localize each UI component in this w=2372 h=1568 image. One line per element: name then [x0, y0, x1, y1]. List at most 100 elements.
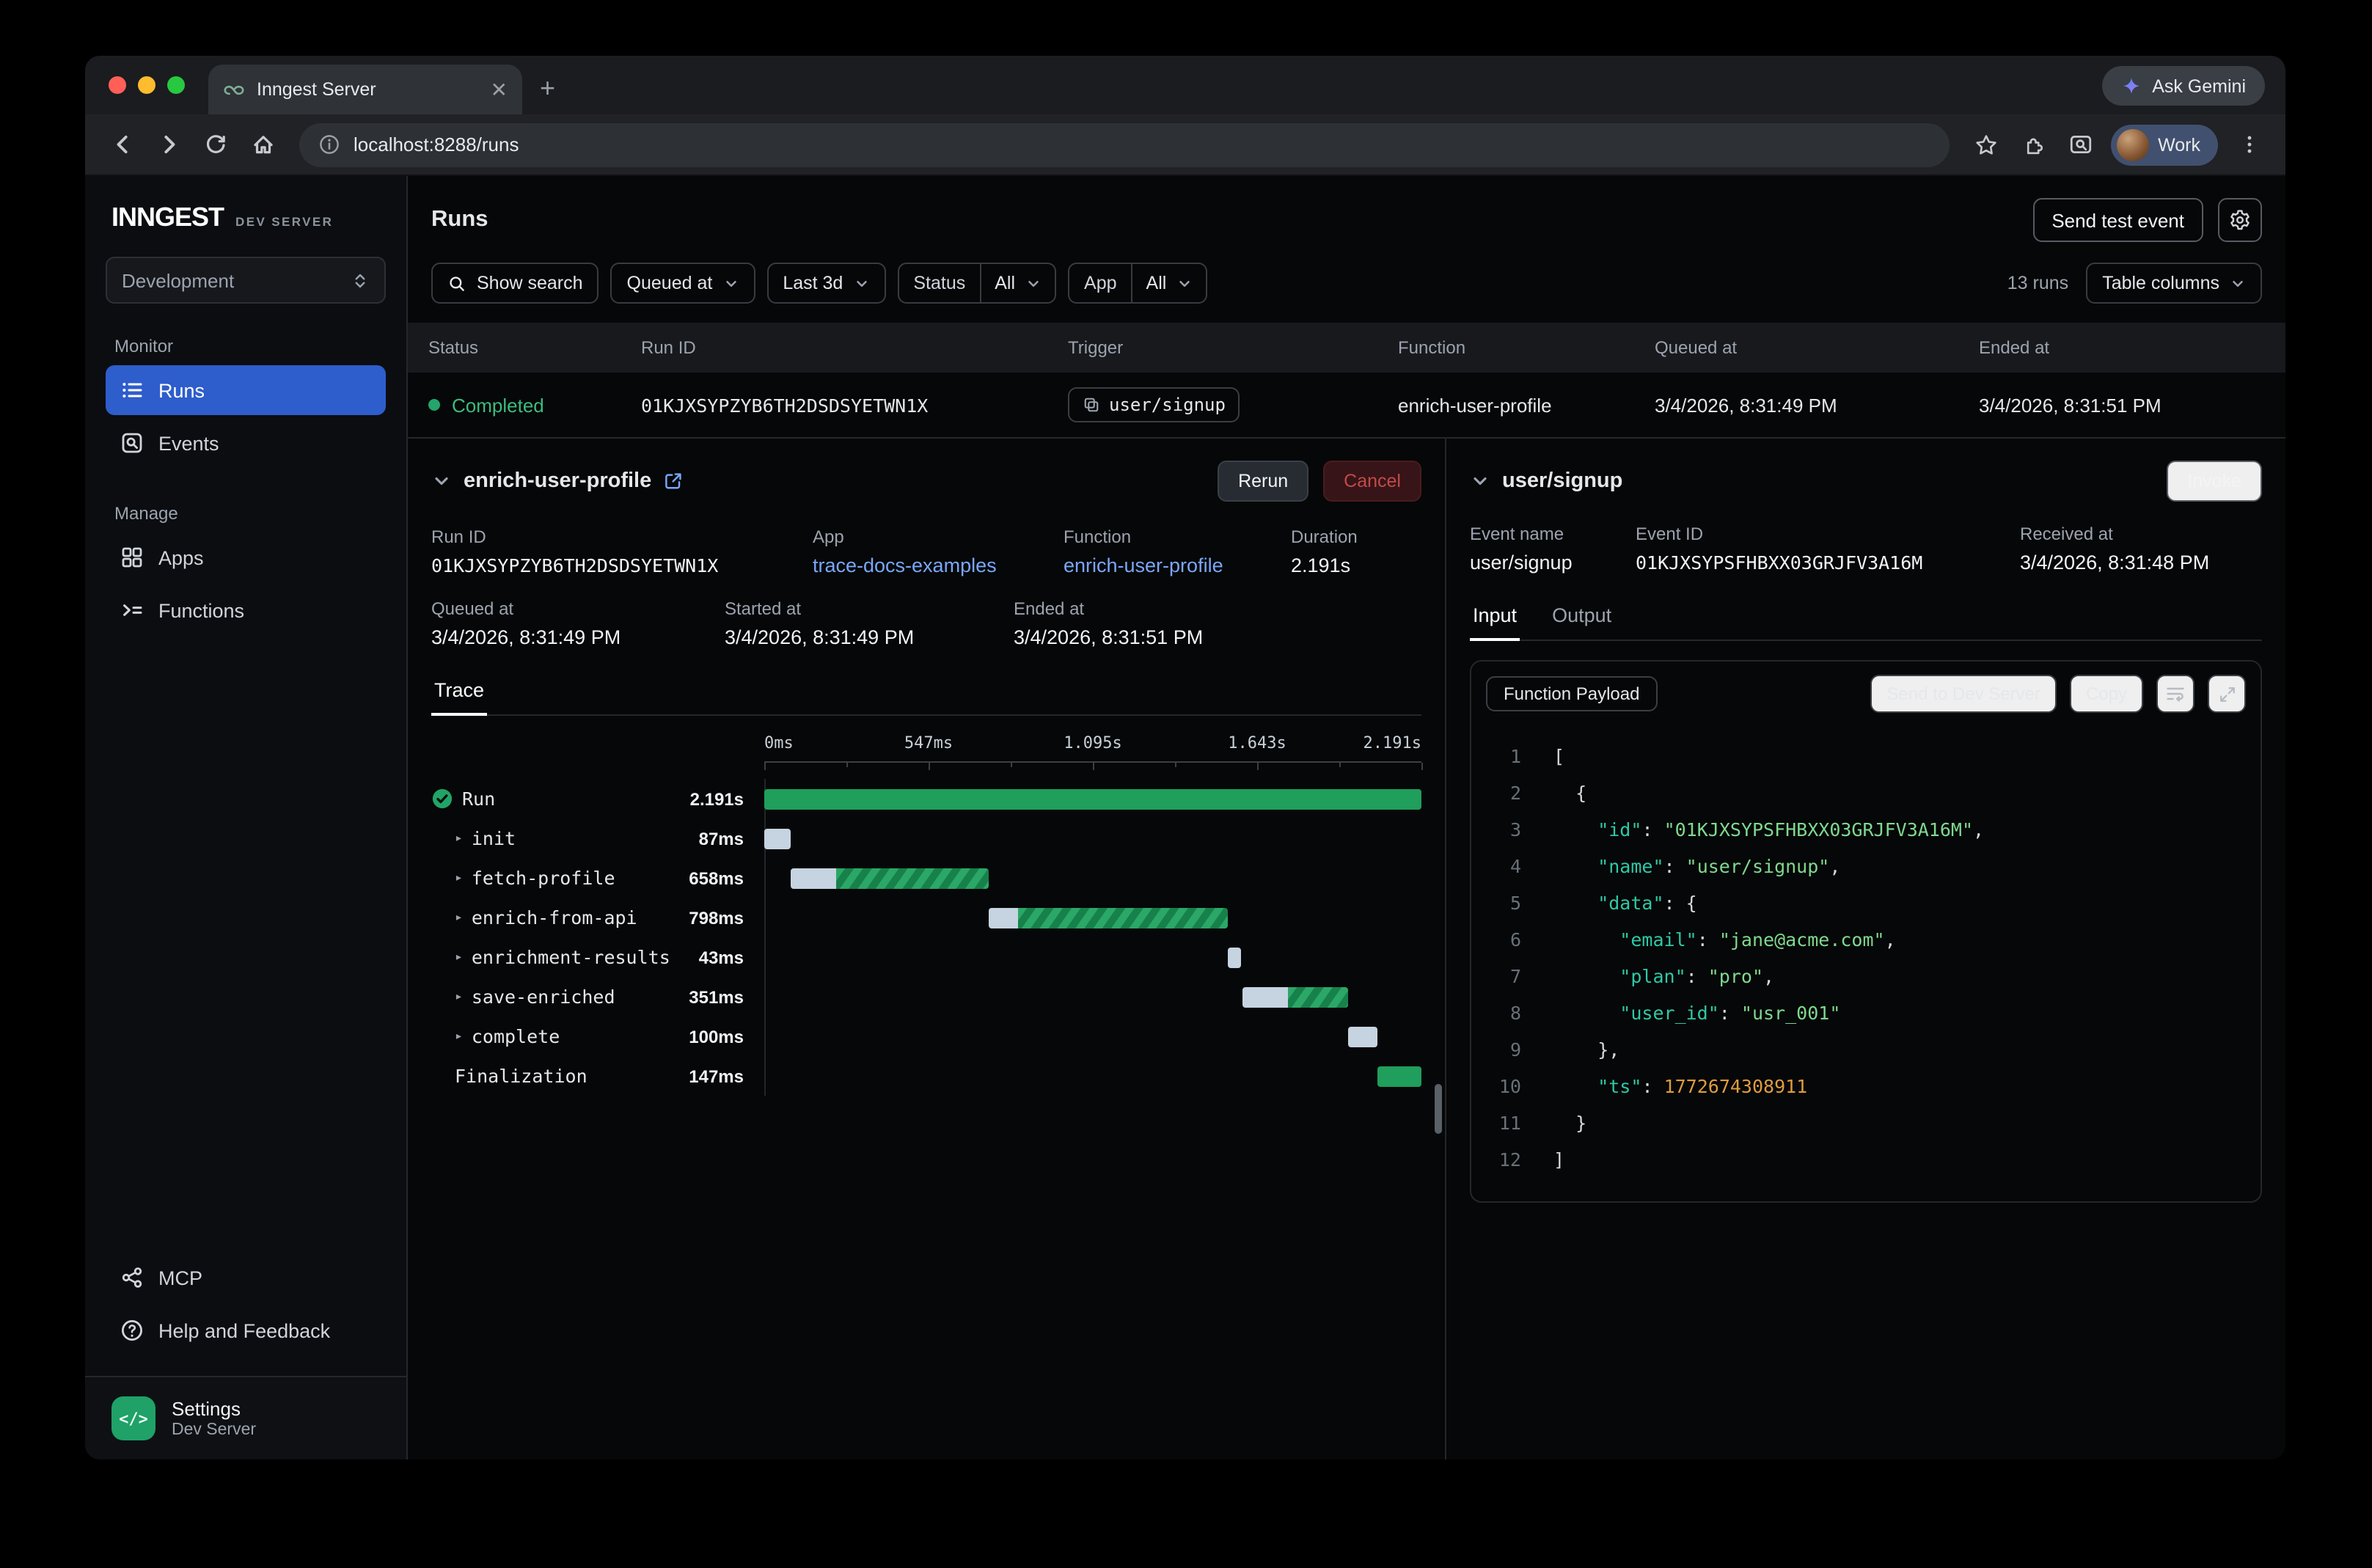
back-button[interactable] — [100, 122, 144, 166]
col-function: Function — [1398, 337, 1655, 358]
site-info-icon[interactable] — [318, 133, 340, 155]
trigger-badge[interactable]: user/signup — [1068, 387, 1240, 422]
invoke-button[interactable]: Invoke — [2167, 461, 2262, 502]
sidebar-item-events[interactable]: Events — [106, 418, 386, 468]
span-bar[interactable] — [764, 828, 791, 849]
tab-trace[interactable]: Trace — [431, 673, 487, 716]
expand-chevron-icon[interactable]: ▸ — [455, 989, 463, 1004]
trace-span-row[interactable]: ▸enrichment-results43ms — [431, 937, 1421, 977]
trace-span-row[interactable]: Finalization147ms — [431, 1056, 1421, 1096]
span-name: ▸save-enriched — [431, 986, 659, 1008]
table-columns-dropdown[interactable]: Table columns — [2086, 263, 2262, 304]
time-range-dropdown[interactable]: Last 3d — [766, 263, 885, 304]
expand-chevron-icon[interactable]: ▸ — [455, 1029, 463, 1044]
sidebar-item-apps[interactable]: Apps — [106, 532, 386, 582]
trace-span-row[interactable]: ▸fetch-profile658ms — [431, 858, 1421, 898]
span-bar[interactable] — [1242, 986, 1348, 1007]
reload-button[interactable] — [194, 122, 238, 166]
span-bar[interactable] — [791, 868, 989, 888]
send-to-dev-server-button[interactable]: Send to Dev Server — [1871, 675, 2057, 713]
browser-tab[interactable]: Inngest Server ✕ — [208, 65, 522, 114]
span-bar[interactable] — [1228, 947, 1241, 967]
queued-at-dropdown[interactable]: Queued at — [611, 263, 755, 304]
status-filter-value[interactable]: All — [980, 264, 1055, 302]
rerun-button[interactable]: Rerun — [1218, 461, 1308, 502]
app-filter-value[interactable]: All — [1132, 264, 1207, 302]
search-tabs-icon[interactable] — [2058, 122, 2102, 166]
inngest-logo: INNGEST DEV SERVER — [106, 202, 386, 233]
function-link[interactable]: enrich-user-profile — [1064, 554, 1291, 576]
line-code: }, — [1553, 1031, 2243, 1068]
span-bar[interactable] — [764, 788, 1421, 809]
sidebar-item-functions[interactable]: Functions — [106, 585, 386, 635]
ask-gemini-button[interactable]: Ask Gemini — [2102, 66, 2265, 106]
new-tab-button[interactable]: + — [540, 73, 555, 104]
tab-input[interactable]: Input — [1470, 598, 1520, 641]
external-link-icon[interactable] — [663, 471, 684, 491]
maximize-window-button[interactable] — [167, 76, 185, 94]
span-bar[interactable] — [989, 907, 1228, 928]
trace-span-row[interactable]: ▸save-enriched351ms — [431, 977, 1421, 1016]
expand-button[interactable] — [2208, 675, 2246, 713]
settings-footer[interactable]: </> Settings Dev Server — [85, 1376, 406, 1459]
tab-output[interactable]: Output — [1549, 598, 1614, 640]
trace-span-row[interactable]: ▸enrich-from-api798ms — [431, 898, 1421, 937]
span-bar[interactable] — [1377, 1066, 1421, 1086]
trace-span-row[interactable]: ▸init87ms — [431, 818, 1421, 858]
axis-label: 1.643s — [1228, 733, 1286, 752]
url-bar[interactable]: localhost:8288/runs — [299, 122, 1950, 166]
queued-at: 3/4/2026, 8:31:49 PM — [431, 626, 725, 648]
app-filter[interactable]: App All — [1068, 263, 1207, 304]
word-wrap-button[interactable] — [2156, 675, 2195, 713]
table-row[interactable]: Completed 01KJXSYPZYB6TH2DSDSYETWN1X use… — [408, 373, 2285, 437]
ended-at-value: 3/4/2026, 8:31:51 PM — [1979, 394, 2285, 416]
sidebar-item-mcp[interactable]: MCP — [106, 1253, 386, 1303]
dev-server-badge: DEV SERVER — [235, 214, 333, 229]
chevron-down-icon — [1176, 275, 1193, 291]
ended-at: 3/4/2026, 8:31:51 PM — [1014, 626, 1421, 648]
environment-select[interactable]: Development — [106, 257, 386, 304]
line-code: "email": "jane@acme.com", — [1553, 921, 2243, 958]
line-code: } — [1553, 1104, 2243, 1141]
collapse-chevron-icon[interactable] — [431, 471, 452, 491]
profile-chip[interactable]: Work — [2111, 124, 2218, 165]
code-lines[interactable]: 1[2 {3 "id": "01KJXSYPSFHBXX03GRJFV3A16M… — [1471, 726, 2261, 1201]
expand-icon — [2217, 684, 2236, 703]
span-bar-track — [764, 1026, 1421, 1047]
extensions-icon[interactable] — [2011, 122, 2055, 166]
forward-button[interactable] — [147, 122, 191, 166]
send-test-event-button[interactable]: Send test event — [2032, 198, 2203, 242]
home-button[interactable] — [241, 122, 285, 166]
apps-icon — [120, 546, 144, 569]
expand-chevron-icon[interactable]: ▸ — [455, 871, 463, 885]
collapse-chevron-icon[interactable] — [1470, 471, 1490, 491]
span-bar-track — [764, 986, 1421, 1007]
status-filter[interactable]: Status All — [897, 263, 1056, 304]
expand-chevron-icon[interactable]: ▸ — [455, 831, 463, 846]
trace-span-row[interactable]: Run2.191s — [431, 779, 1421, 818]
close-window-button[interactable] — [109, 76, 126, 94]
expand-chevron-icon[interactable]: ▸ — [455, 950, 463, 964]
expand-chevron-icon[interactable]: ▸ — [455, 910, 463, 925]
span-bar[interactable] — [1347, 1026, 1377, 1047]
cancel-button[interactable]: Cancel — [1323, 461, 1421, 502]
duration-label: Duration — [1291, 527, 1421, 547]
settings-gear-button[interactable] — [2218, 198, 2262, 242]
minimize-window-button[interactable] — [138, 76, 155, 94]
sidebar-item-label: Apps — [158, 546, 204, 568]
tab-close-icon[interactable]: ✕ — [491, 79, 508, 100]
bookmark-star-icon[interactable] — [1964, 122, 2008, 166]
sidebar-item-help[interactable]: Help and Feedback — [106, 1305, 386, 1355]
trace-span-row[interactable]: ▸complete100ms — [431, 1016, 1421, 1056]
app-link[interactable]: trace-docs-examples — [813, 554, 1064, 576]
sidebar-item-runs[interactable]: Runs — [106, 365, 386, 415]
copy-button[interactable]: Copy — [2070, 675, 2143, 713]
gear-icon — [2228, 208, 2252, 232]
run-id-value: 01KJXSYPZYB6TH2DSDSYETWN1X — [641, 394, 1068, 416]
time-range-label: Last 3d — [783, 273, 843, 293]
browser-menu-icon[interactable] — [2227, 122, 2271, 166]
panel-scrollbar[interactable] — [1435, 1084, 1442, 1134]
received-at: 3/4/2026, 8:31:48 PM — [2020, 552, 2262, 574]
function-payload-pill[interactable]: Function Payload — [1486, 676, 1657, 711]
show-search-button[interactable]: Show search — [431, 263, 599, 304]
